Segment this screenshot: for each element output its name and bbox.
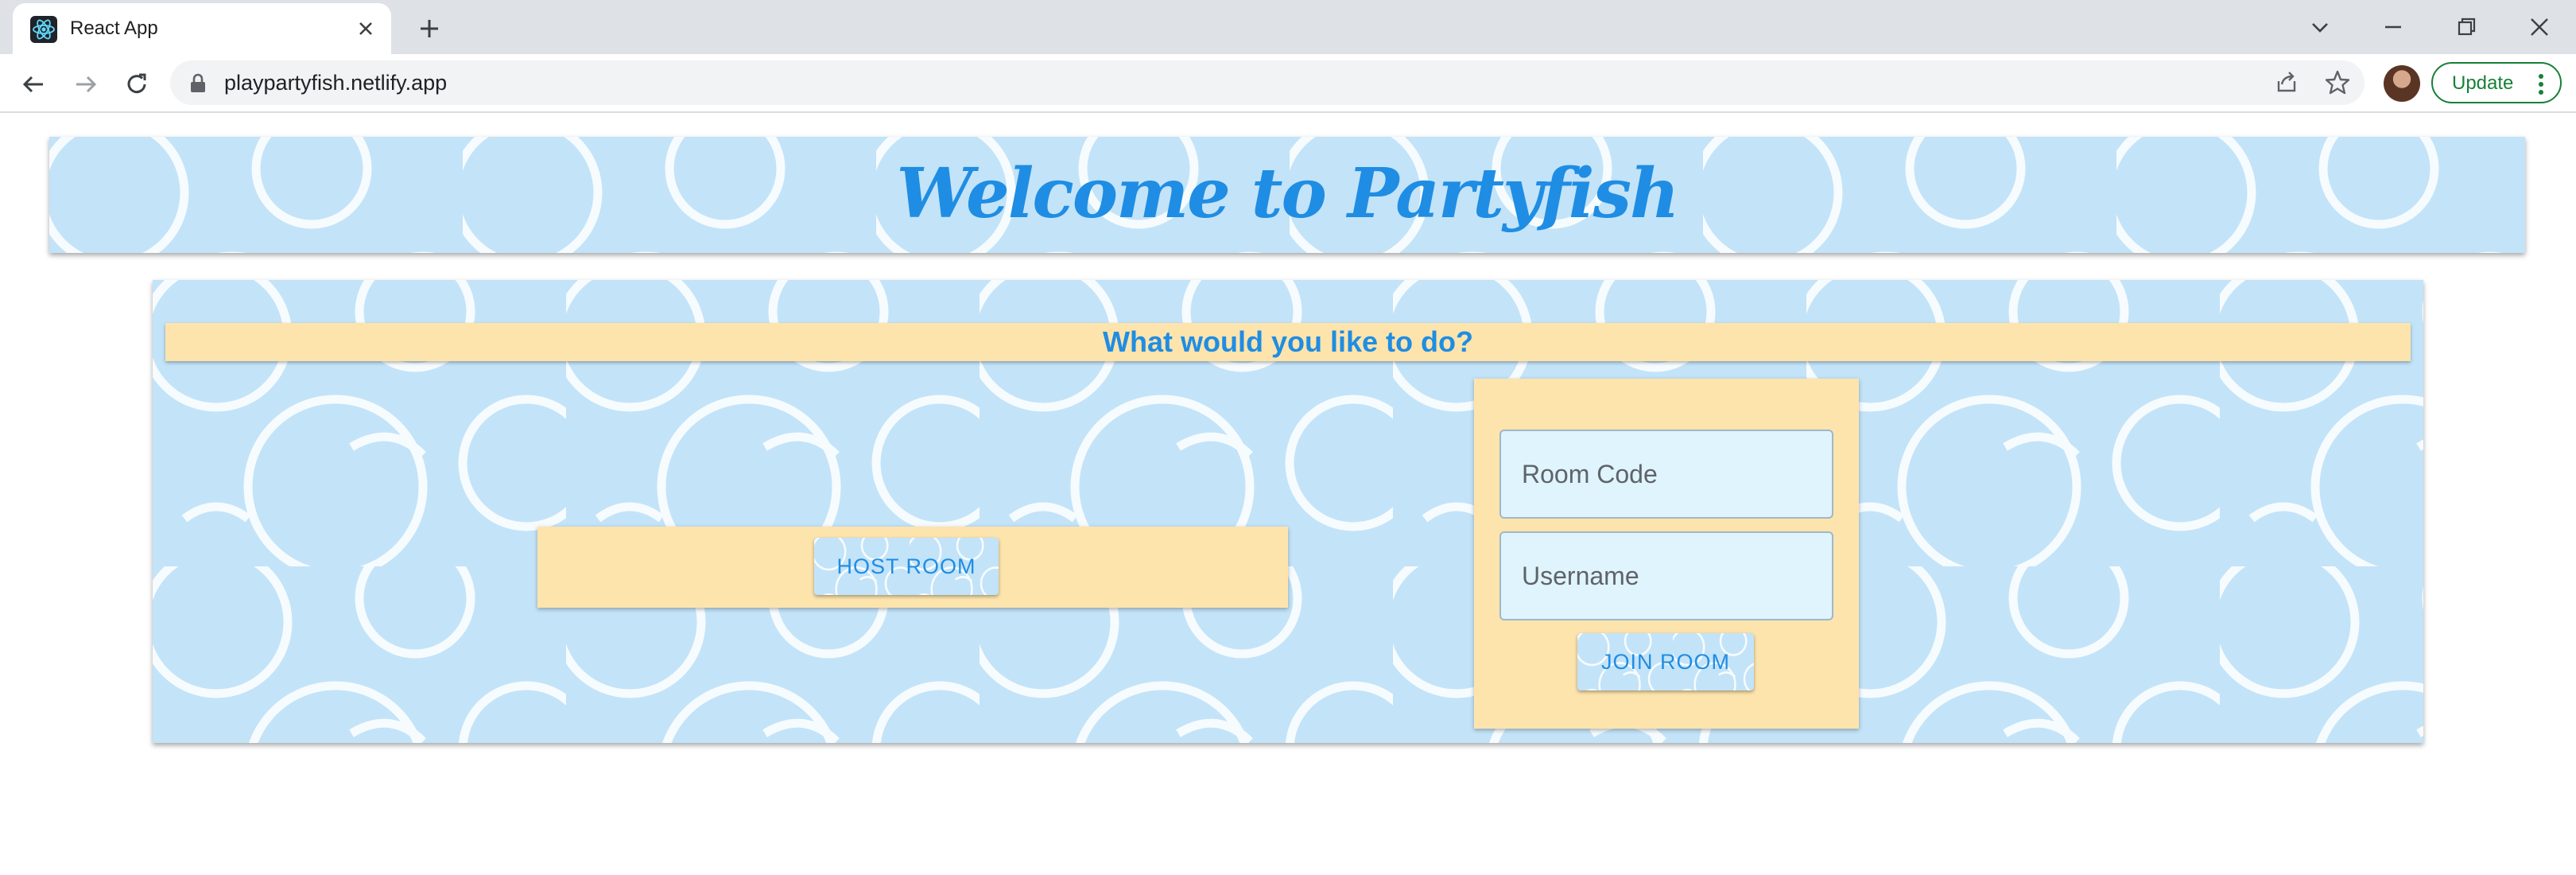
host-card: HOST ROOM	[537, 527, 1288, 608]
username-input[interactable]	[1499, 531, 1833, 620]
browser-toolbar: playpartyfish.netlify.app Update	[0, 54, 2576, 113]
join-room-button[interactable]: JOIN ROOM	[1577, 633, 1754, 690]
tab-title: React App	[70, 18, 158, 39]
question-heading: What would you like to do?	[1103, 325, 1473, 358]
reload-icon[interactable]	[121, 68, 153, 100]
new-tab-icon[interactable]	[413, 13, 445, 45]
bookmark-star-icon[interactable]	[2323, 68, 2352, 97]
page-title: Welcome to Partyfish	[896, 154, 1679, 234]
tab-strip: React App	[0, 0, 2576, 54]
close-tab-icon[interactable]	[353, 16, 378, 41]
restore-icon[interactable]	[2449, 10, 2484, 45]
back-arrow-icon[interactable]	[17, 68, 49, 100]
host-room-button[interactable]: HOST ROOM	[814, 538, 999, 595]
close-window-icon[interactable]	[2522, 10, 2557, 45]
share-icon[interactable]	[2272, 68, 2301, 97]
address-bar[interactable]: playpartyfish.netlify.app	[170, 60, 2365, 105]
minimize-icon[interactable]	[2376, 10, 2411, 45]
more-menu-icon[interactable]	[2538, 73, 2544, 95]
tab-search-icon[interactable]	[2302, 10, 2337, 45]
update-button[interactable]: Update	[2431, 62, 2562, 103]
profile-avatar[interactable]	[2384, 65, 2420, 102]
update-label: Update	[2452, 72, 2514, 94]
react-icon	[30, 16, 57, 43]
join-card: JOIN ROOM	[1474, 379, 1859, 729]
question-bar: What would you like to do?	[165, 323, 2411, 361]
header-banner: Welcome to Partyfish	[49, 137, 2525, 253]
browser-tab[interactable]: React App	[13, 3, 391, 54]
room-code-input[interactable]	[1499, 430, 1833, 519]
url-text: playpartyfish.netlify.app	[224, 71, 448, 95]
main-panel: What would you like to do? HOST ROOM JOI…	[153, 280, 2423, 743]
lock-icon[interactable]	[189, 73, 207, 94]
forward-arrow-icon[interactable]	[70, 68, 102, 100]
